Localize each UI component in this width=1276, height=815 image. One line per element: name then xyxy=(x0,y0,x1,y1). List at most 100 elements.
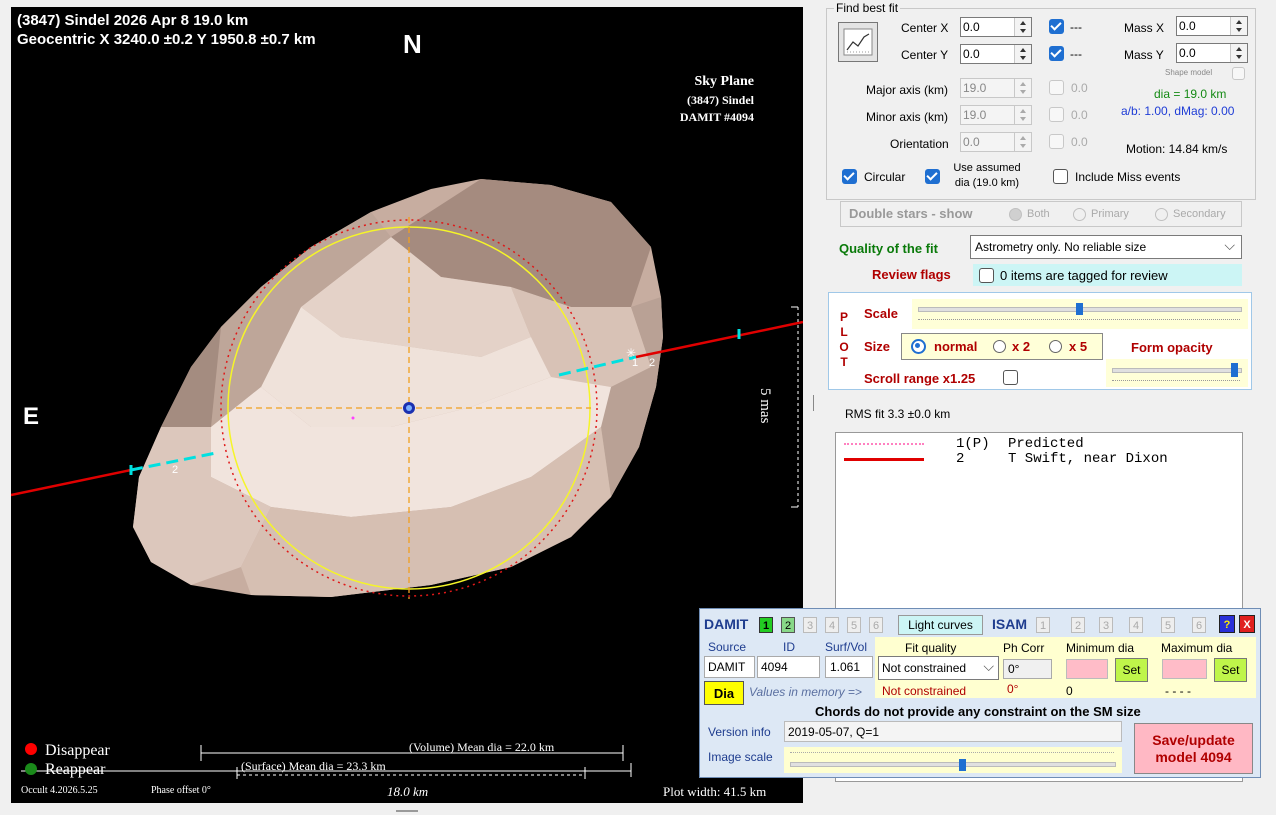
mass-x-spinner[interactable]: 0.0 xyxy=(1176,16,1248,36)
scroll-range-checkbox[interactable] xyxy=(1003,370,1018,385)
include-miss-label: Include Miss events xyxy=(1075,170,1181,184)
save-update-model-button[interactable]: Save/update model 4094 xyxy=(1134,723,1253,774)
center-x-spinner[interactable]: 0.0 xyxy=(960,17,1032,37)
legend-row-text: T Swift, near Dixon xyxy=(1008,451,1168,467)
isam-5-button[interactable]: 5 xyxy=(1161,617,1175,633)
damit-model-5-button[interactable]: 5 xyxy=(847,617,861,633)
isam-4-button[interactable]: 4 xyxy=(1129,617,1143,633)
form-opacity-slider[interactable] xyxy=(1106,359,1248,387)
set-max-dia-button[interactable]: Set xyxy=(1214,658,1247,682)
observer-line-swatch xyxy=(844,458,924,461)
use-assumed-checkbox[interactable] xyxy=(925,169,940,184)
memory-fit-quality: Not constrained xyxy=(882,684,967,698)
quality-dropdown[interactable]: Astrometry only. No reliable size ⌵ xyxy=(970,235,1242,259)
damit-title: DAMIT xyxy=(704,616,749,632)
review-flags-label: Review flags xyxy=(872,267,951,282)
image-scale-slider[interactable] xyxy=(784,747,1122,773)
damit-model-1-button[interactable]: 1 xyxy=(759,617,773,633)
ab-text: a/b: 1.00, dMag: 0.00 xyxy=(1121,104,1235,118)
orientation-checkbox[interactable] xyxy=(1049,134,1064,149)
minor-axis-check-label: 0.0 xyxy=(1071,108,1088,122)
version-label: Occult 4.2026.5.25 xyxy=(21,785,98,796)
resize-grip[interactable] xyxy=(396,810,418,812)
set-min-dia-button[interactable]: Set xyxy=(1115,658,1148,682)
form-opacity-slider-thumb[interactable] xyxy=(1230,363,1238,377)
east-label: E xyxy=(23,403,40,430)
find-best-fit-label: Find best fit xyxy=(834,1,901,15)
major-axis-check-label: 0.0 xyxy=(1071,81,1088,95)
close-icon[interactable]: X xyxy=(1239,615,1255,633)
center-x-checkbox[interactable] xyxy=(1049,19,1064,34)
review-flags-text: 0 items are tagged for review xyxy=(1000,268,1168,283)
secondary-radio[interactable] xyxy=(1155,208,1168,221)
mass-y-label: Mass Y xyxy=(1124,48,1164,62)
isam-3-button[interactable]: 3 xyxy=(1099,617,1113,633)
motion-text: Motion: 14.84 km/s xyxy=(1126,142,1228,156)
legend-reappear: Reappear xyxy=(45,761,106,778)
circular-checkbox[interactable] xyxy=(842,169,857,184)
review-flags-checkbox[interactable] xyxy=(979,268,994,283)
damit-model-3-button[interactable]: 3 xyxy=(803,617,817,633)
image-scale-label: Image scale xyxy=(708,750,773,764)
isam-1-button[interactable]: 1 xyxy=(1036,617,1050,633)
image-scale-slider-thumb[interactable] xyxy=(958,759,966,771)
dia-button[interactable]: Dia xyxy=(704,681,744,705)
source-field: DAMIT xyxy=(704,656,755,678)
splitter[interactable] xyxy=(813,395,814,411)
sky-plane-damit: DAMIT #4094 xyxy=(679,110,754,124)
center-y-check-label: --- xyxy=(1070,47,1082,61)
mass-center-dot xyxy=(351,416,355,420)
primary-radio[interactable] xyxy=(1073,208,1086,221)
legend-disappear: Disappear xyxy=(45,742,110,759)
version-info-field[interactable]: 2019-05-07, Q=1 xyxy=(784,721,1122,742)
isam-6-button[interactable]: 6 xyxy=(1192,617,1206,633)
version-info-label: Version info xyxy=(708,725,771,739)
max-dia-input[interactable] xyxy=(1162,659,1207,679)
light-curves-button[interactable]: Light curves xyxy=(898,615,983,635)
damit-model-6-button[interactable]: 6 xyxy=(869,617,883,633)
find-best-fit-button[interactable] xyxy=(838,22,878,62)
reappear-dot xyxy=(25,763,37,775)
orientation-spinner[interactable]: 0.0 xyxy=(960,132,1032,152)
form-opacity-label: Form opacity xyxy=(1131,340,1213,355)
major-axis-checkbox[interactable] xyxy=(1049,80,1064,95)
center-y-spinner[interactable]: 0.0 xyxy=(960,44,1032,64)
size-x2-radio[interactable] xyxy=(993,340,1006,353)
size-normal-radio[interactable] xyxy=(911,339,926,354)
minor-axis-checkbox[interactable] xyxy=(1049,107,1064,122)
memory-ph-corr: 0° xyxy=(1007,682,1019,696)
center-x-label: Center X xyxy=(901,21,949,35)
major-axis-spinner[interactable]: 19.0 xyxy=(960,78,1032,98)
use-assumed-label-1: Use assumed xyxy=(953,162,1021,174)
minor-axis-spinner[interactable]: 19.0 xyxy=(960,105,1032,125)
predicted-line-swatch xyxy=(844,443,924,445)
asteroid-facet xyxy=(161,327,221,427)
asteroid-shape-svg: ✳ xyxy=(11,179,803,779)
size-x5-radio[interactable] xyxy=(1049,340,1062,353)
orientation-check-label: 0.0 xyxy=(1071,135,1088,149)
sky-plane-plot[interactable]: ✳ (3847) Sindel 2026 Apr 8 19.0 km Geoce… xyxy=(11,7,803,803)
center-y-checkbox[interactable] xyxy=(1049,46,1064,61)
mass-y-spinner[interactable]: 0.0 xyxy=(1176,43,1248,63)
col-source: Source xyxy=(708,640,747,654)
include-miss-checkbox[interactable] xyxy=(1053,169,1068,184)
help-icon[interactable]: ? xyxy=(1219,615,1235,633)
fit-quality-dropdown[interactable]: Not constrained ⌵ xyxy=(878,656,999,680)
both-radio[interactable] xyxy=(1009,208,1022,221)
ph-corr-field[interactable]: 0° xyxy=(1003,659,1052,679)
chord-left-solid xyxy=(11,468,132,497)
isam-2-button[interactable]: 2 xyxy=(1071,617,1085,633)
scale-slider-thumb[interactable] xyxy=(1076,303,1083,315)
mass-x-label: Mass X xyxy=(1124,21,1165,35)
rms-fit-label: RMS fit 3.3 ±0.0 km xyxy=(845,407,951,421)
min-dia-input[interactable] xyxy=(1066,659,1108,679)
memory-min-dia: 0 xyxy=(1066,684,1073,698)
shape-model-checkbox[interactable] xyxy=(1232,67,1245,80)
legend-row-num: 2 xyxy=(956,451,965,467)
scale-slider[interactable] xyxy=(912,299,1248,329)
damit-model-4-button[interactable]: 4 xyxy=(825,617,839,633)
size-normal-label: normal xyxy=(934,339,978,354)
sky-plane-label: Sky Plane xyxy=(694,74,754,89)
volume-dia-label: (Volume) Mean dia = 22.0 km xyxy=(409,740,555,754)
damit-model-2-button[interactable]: 2 xyxy=(781,617,795,633)
